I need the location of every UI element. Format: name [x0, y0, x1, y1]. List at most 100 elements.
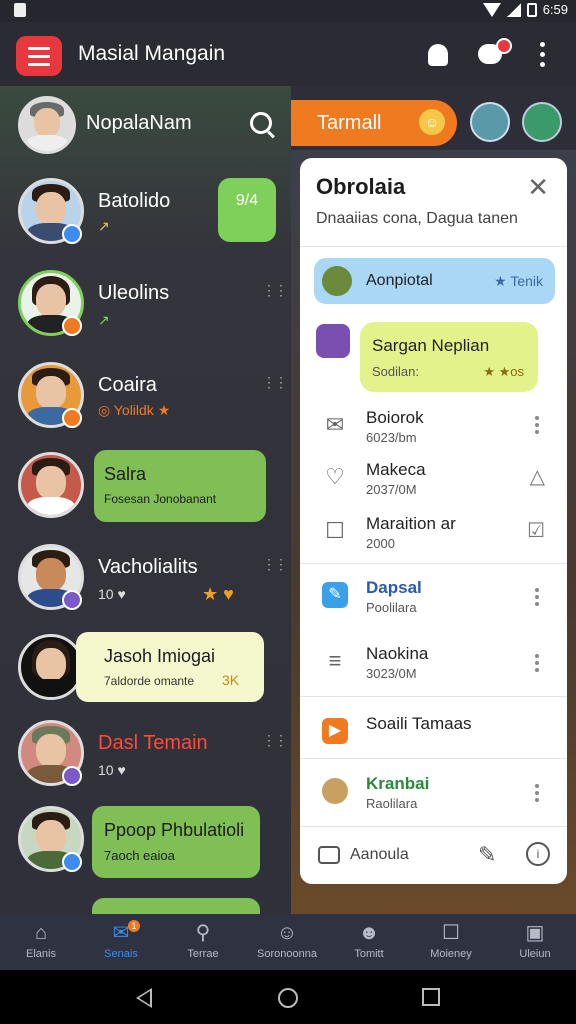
contact-row[interactable]: Ppoop Phbulatioli 7aoch eaioa	[0, 806, 291, 878]
menu-item[interactable]: Kranbai Raolilara	[300, 770, 567, 822]
more-icon[interactable]: ⋮⋮	[262, 374, 288, 391]
green-card-subtitle: Sodilan:	[372, 364, 419, 379]
home-icon: ⌂	[34, 922, 48, 944]
system-navigation	[0, 970, 576, 1024]
chat-bubble-icon[interactable]	[522, 102, 562, 142]
contact-name: Vacholialits	[98, 556, 198, 578]
card-title: Obrolaia	[316, 174, 406, 199]
menu-item-subtitle: 6023/bm	[366, 430, 417, 445]
home-button-icon[interactable]	[278, 988, 298, 1008]
heart-icon: ♡	[325, 464, 345, 489]
chat-icon[interactable]	[478, 38, 512, 64]
more-icon[interactable]: ⋮⋮	[262, 556, 288, 573]
more-icon[interactable]	[535, 416, 539, 434]
contact-row[interactable]: Batolido ↗ 9/4	[0, 178, 291, 248]
message-bubble[interactable]: Jasoh Imiogai 7aldorde omante 3K	[76, 632, 264, 702]
nav-messages[interactable]: ✉ Senais	[80, 920, 162, 960]
bell-icon[interactable]	[428, 44, 448, 66]
envelope-icon: ✉	[325, 412, 345, 437]
status-badge	[62, 766, 82, 786]
menu-item[interactable]: ≡ Naokina 3023/0M	[300, 640, 567, 692]
menu-item[interactable]: ✎ Dapsal Poolilara	[300, 574, 567, 626]
contact-row[interactable]	[0, 892, 291, 914]
contact-row[interactable]: Coaira ◎ Yolildk ★ ⋮⋮	[0, 362, 291, 432]
list-icon: ≡	[328, 648, 342, 673]
contact-row[interactable]: Jasoh Imiogai 7aldorde omante 3K	[0, 632, 291, 702]
camera-icon[interactable]	[318, 846, 340, 864]
brush-icon: ✎	[322, 582, 348, 608]
warning-icon[interactable]: △	[530, 464, 545, 489]
back-icon[interactable]	[136, 988, 152, 1008]
nav-square[interactable]: ☐ Moieney	[410, 920, 492, 960]
menu-item-title: Kranbai	[366, 774, 430, 793]
battery-icon	[526, 2, 537, 17]
close-icon[interactable]: ✕	[527, 172, 549, 203]
notification-icon	[14, 3, 26, 17]
search-icon: ⚲	[195, 922, 211, 944]
tab-pill[interactable]: Tarmall ☺	[291, 100, 457, 146]
avatar[interactable]	[18, 96, 76, 154]
status-badge	[62, 590, 82, 610]
more-icon[interactable]	[535, 654, 539, 672]
play-icon: ▶	[322, 718, 348, 744]
nav-emoji[interactable]: ☺ Soronoonna	[246, 920, 328, 960]
tag-label: 3K	[222, 672, 240, 688]
card-footer: Aanoula ✎ i	[300, 828, 567, 884]
menu-item[interactable]: ▶ Soaili Tamaas	[300, 710, 567, 762]
reaction-icons: ★ ♥	[202, 584, 234, 604]
message-preview: 7aoch eaioa	[104, 848, 175, 863]
contact-status: 10 ♥	[98, 762, 126, 778]
more-menu-icon[interactable]	[540, 42, 546, 68]
contact-row[interactable]: Uleolins ↗ ⋮⋮	[0, 270, 291, 340]
menu-button[interactable]	[16, 36, 62, 76]
menu-item-subtitle: Raolilara	[366, 796, 418, 811]
profile-header[interactable]: NopalaNam	[18, 96, 278, 156]
menu-item-subtitle: 2000	[366, 536, 395, 551]
square-icon: ☐	[442, 922, 460, 944]
contact-name: Jasoh Imiogai	[104, 646, 216, 666]
green-card[interactable]: Sargan Neplian Sodilan: ★ ★os	[360, 322, 538, 392]
checkbox-icon[interactable]: ☑	[527, 518, 545, 543]
face-icon: ☻	[358, 922, 380, 944]
notification-badge: 1	[128, 920, 140, 932]
more-icon[interactable]	[535, 588, 539, 606]
nav-label: Tomitt	[354, 948, 384, 960]
avatar	[18, 634, 84, 700]
more-icon[interactable]: ⋮⋮	[262, 732, 288, 749]
contact-name: Uleolins	[98, 282, 170, 304]
calendar-icon: ☐	[325, 518, 345, 543]
badge-count: 1	[131, 921, 137, 931]
emoji-icon: ☺	[419, 109, 445, 135]
more-icon[interactable]: ⋮⋮	[262, 282, 288, 299]
contact-row[interactable]: Salra Fosesan Jonobanant	[0, 450, 291, 522]
contact-name: Dasl Temain	[98, 732, 208, 754]
app-bar: Masial Mangain	[0, 22, 576, 86]
divider	[300, 696, 567, 697]
menu-item-title: Makeca	[366, 460, 426, 479]
avatar[interactable]	[470, 102, 510, 142]
info-icon[interactable]: i	[526, 842, 550, 866]
nav-face[interactable]: ☻ Tomitt	[328, 920, 410, 960]
nav-home[interactable]: ⌂ Elanis	[0, 920, 82, 960]
bottom-navigation: ⌂ Elanis ✉ Senais ⚲ Terrae ☺ Soronoonna ☻ Tom…	[0, 914, 576, 970]
message-bubble[interactable]: Salra Fosesan Jonobanant	[94, 450, 266, 522]
menu-item-subtitle: 3023/0M	[366, 666, 417, 681]
nav-search[interactable]: ⚲ Terrae	[162, 920, 244, 960]
menu-card: Obrolaia ✕ Dnaaiias cona, Dagua tanen Ao…	[300, 158, 567, 884]
bag-icon: ▣	[525, 922, 545, 944]
more-icon[interactable]	[535, 784, 539, 802]
menu-item[interactable]: ☐ Maraition ar 2000 ☑	[300, 510, 567, 562]
profile-name: NopalaNam	[86, 112, 192, 134]
pencil-icon[interactable]: ✎	[478, 842, 496, 868]
status-time: 6:59	[542, 2, 568, 17]
recents-icon[interactable]	[422, 988, 440, 1006]
search-icon[interactable]	[250, 112, 272, 134]
highlight-item[interactable]: Aonpiotal ★ Tenik	[314, 258, 555, 304]
contact-row[interactable]: Dasl Temain 10 ♥ ⋮⋮	[0, 720, 291, 790]
message-bubble[interactable]: Ppoop Phbulatioli 7aoch eaioa	[92, 806, 260, 878]
menu-item[interactable]: ♡ Makeca 2037/0M △	[300, 456, 567, 508]
nav-bag[interactable]: ▣ Uleiun	[494, 920, 576, 960]
status-badge	[62, 316, 82, 336]
contact-row[interactable]: Vacholialits 10 ♥ ★ ♥ ⋮⋮	[0, 544, 291, 614]
menu-item[interactable]: ✉ Boiorok 6023/bm	[300, 404, 567, 456]
